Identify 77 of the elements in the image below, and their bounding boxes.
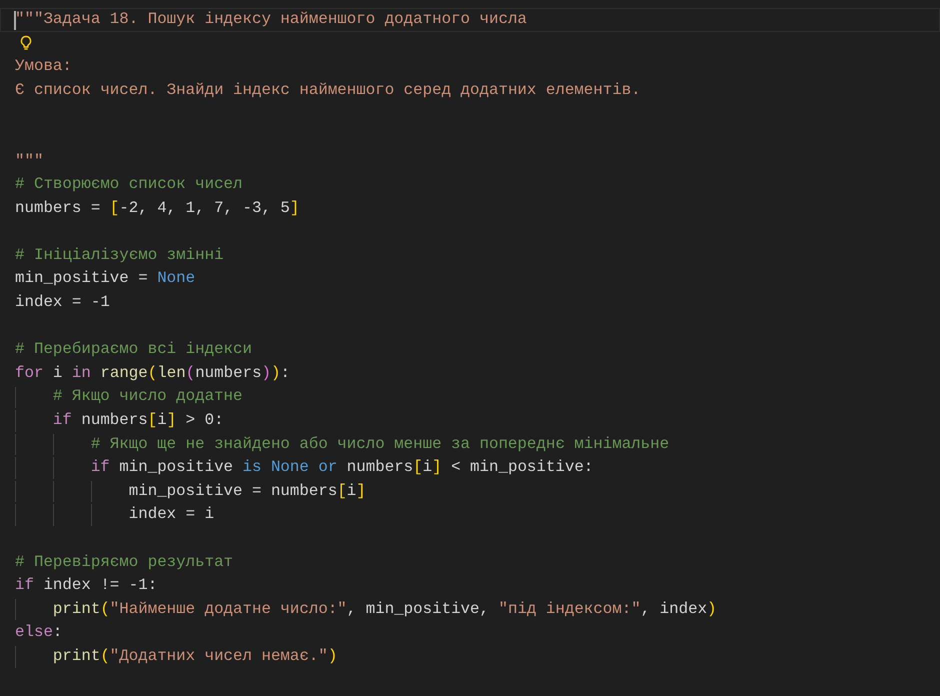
function-name: print (52, 598, 100, 620)
keyword: else (15, 622, 53, 644)
code-text: numbers (346, 457, 414, 478)
bracket: [ (110, 198, 120, 219)
keyword: None (157, 268, 196, 290)
code-text: min_positive (118, 457, 234, 478)
code-comment: # Якщо число додатне (52, 386, 242, 408)
code-text: numbers (80, 410, 148, 432)
indent-guide (53, 434, 54, 456)
bracket: ( (100, 646, 110, 667)
code-text: index = i (128, 504, 214, 526)
indent-guide (91, 504, 92, 526)
code-comment: # Якщо ще не знайдено або число менше за попереднє мінімальне (90, 434, 670, 455)
indent-guide (15, 386, 16, 408)
indent-guide (53, 504, 54, 526)
code-text: numbers = (15, 198, 102, 219)
keyword: is None or (242, 457, 338, 478)
indent-guide (15, 480, 16, 502)
keyword: in (72, 362, 91, 384)
indent-guide (53, 480, 54, 502)
keyword: for (15, 362, 44, 384)
indent-guide (15, 646, 16, 668)
code-text: min_positive = numbers (128, 480, 338, 502)
bracket: ) (262, 362, 272, 384)
string-literal: """ (15, 150, 44, 172)
indent-guide (15, 457, 16, 479)
bracket: ) (707, 598, 717, 620)
code-text: i (346, 480, 356, 502)
code-text: index != -1: (42, 575, 158, 596)
bracket: ) (271, 362, 281, 384)
bracket: ] (166, 410, 176, 432)
code-comment: # Перевіряємо результат (15, 552, 234, 573)
code-text: , min_positive, (346, 598, 490, 620)
indent-guide (91, 480, 92, 502)
string-literal: """Задача 18. Пошук індексу найменшого додатного числа (15, 8, 527, 30)
bracket: [ (148, 410, 158, 432)
bracket: [ (413, 457, 423, 478)
string-literal: "Найменше додатне число:" (110, 598, 347, 620)
code-text: i (422, 457, 432, 478)
code-text: : (280, 362, 290, 384)
code-text: min_positive = (15, 268, 149, 290)
code-comment: # Створюємо список чисел (15, 174, 243, 196)
string-literal: "Додатних чисел немає." (110, 646, 328, 667)
code-comment: # Перебираємо всі індекси (15, 339, 252, 360)
code-text: i (157, 410, 167, 432)
indent-guide (15, 434, 16, 456)
string-literal: Умова: (15, 56, 72, 78)
code-text: , index (640, 598, 708, 620)
bracket: ] (356, 480, 366, 502)
code-comment: # Ініціалізуємо змінні (15, 244, 224, 266)
indent-guide (15, 410, 16, 432)
code-text: i (52, 362, 64, 384)
string-literal: Є список чисел. Знайди індекс найменшого серед додатних елементів. (15, 80, 641, 101)
bracket: ( (186, 362, 196, 384)
string-literal: "під індексом:" (498, 598, 641, 620)
function-name: len (157, 362, 186, 384)
indent-guide (53, 457, 54, 479)
code-text: : (52, 622, 62, 644)
bracket: ) (328, 646, 338, 667)
code-text: numbers (195, 362, 262, 384)
bracket: ] (290, 198, 300, 219)
code-text: > 0: (184, 410, 224, 432)
code-text: index = -1 (15, 292, 110, 314)
code-text: < min_positive: (450, 457, 594, 478)
keyword: if (52, 410, 72, 432)
bracket: ( (148, 362, 158, 384)
number-list: -2, 4, 1, 7, -3, 5 (119, 196, 290, 220)
bracket: ( (100, 598, 110, 620)
bracket: ] (432, 457, 442, 478)
function-name: range (99, 362, 148, 384)
bracket: [ (337, 480, 347, 502)
lightbulb-icon[interactable] (19, 35, 33, 52)
indent-guide (15, 598, 16, 620)
keyword: if (90, 457, 110, 478)
function-name: print (52, 646, 100, 667)
indent-guide (15, 504, 16, 526)
keyword: if (15, 575, 34, 596)
